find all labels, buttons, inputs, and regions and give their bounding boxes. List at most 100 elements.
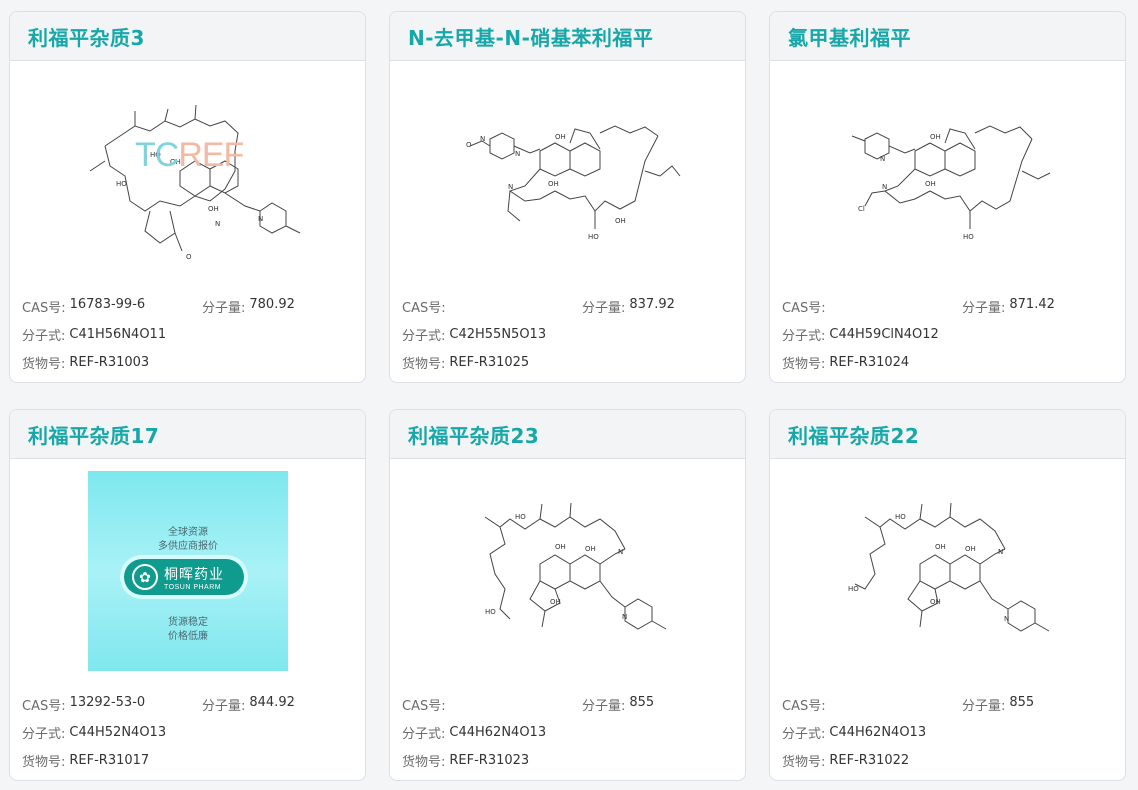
supplier-ad-image[interactable]: 全球资源 多供应商报价 ✿ 桐晖药业 TOSUN PHARM 货源稳定 价格低廉	[88, 471, 288, 671]
cas-label: CAS号:	[402, 300, 446, 316]
mw-value: 871.42	[1009, 296, 1055, 312]
product-info: CAS号: 分子量: 855 分子式: C44H62N4O13 货物号: REF-R3…	[782, 690, 1113, 774]
product-card[interactable]: 氯甲基利福平 N OH OH N Cl HO CAS号: 分子量: 871.42…	[769, 11, 1126, 383]
formula-value: C44H62N4O13	[449, 724, 547, 740]
svg-text:O: O	[186, 253, 192, 261]
cas-label: CAS号:	[782, 698, 826, 714]
ref-value: REF-R31003	[69, 354, 150, 370]
mw-value: 844.92	[249, 694, 295, 710]
ref-label: 货物号:	[782, 754, 826, 770]
svg-text:N: N	[515, 150, 520, 158]
molecule-structure-drawing: HO OH OH OH N N HO	[484, 502, 667, 630]
svg-text:N: N	[1004, 615, 1009, 623]
ref-value: REF-R31023	[449, 752, 530, 768]
structure-image[interactable]: HO HO OH OH N N O TCREF	[10, 61, 365, 281]
ref-label: 货物号:	[22, 356, 66, 372]
svg-text:HO: HO	[588, 233, 599, 241]
formula-label: 分子式:	[22, 726, 66, 742]
product-card[interactable]: N-去甲基-N-硝基苯利福平 ONN OH OH N HO OH CAS号: 分…	[389, 11, 746, 383]
structure-image[interactable]: N OH OH N Cl HO	[770, 61, 1125, 281]
svg-text:O: O	[466, 141, 472, 149]
ref-label: 货物号:	[402, 754, 446, 770]
cas-label: CAS号:	[402, 698, 446, 714]
product-title[interactable]: 氯甲基利福平	[788, 22, 911, 51]
product-title[interactable]: 利福平杂质17	[28, 420, 159, 449]
formula-value: C41H56N4O11	[69, 326, 167, 342]
brand-pill: ✿ 桐晖药业 TOSUN PHARM	[124, 559, 244, 595]
card-header: 利福平杂质3	[10, 12, 365, 61]
product-title[interactable]: N-去甲基-N-硝基苯利福平	[408, 22, 653, 51]
product-info: CAS号: 分子量: 855 分子式: C44H62N4O13 货物号: REF-R3…	[402, 690, 733, 774]
mw-value: 855	[629, 694, 655, 710]
mw-label: 分子量:	[962, 698, 1006, 714]
product-card[interactable]: 利福平杂质23 HO OH OH OH N N HO CAS号: 分子量: 85…	[389, 409, 746, 781]
product-card[interactable]: 利福平杂质17 全球资源 多供应商报价 ✿ 桐晖药业 TOSUN PHARM 货…	[9, 409, 366, 781]
product-title[interactable]: 利福平杂质23	[408, 420, 539, 449]
mw-value: 855	[1009, 694, 1035, 710]
formula-value: C44H52N4O13	[69, 724, 167, 740]
molecule-structure-drawing: ONN OHOHN HOOH	[466, 125, 681, 241]
formula-label: 分子式:	[402, 726, 446, 742]
svg-text:HO: HO	[515, 513, 526, 521]
svg-text:OH: OH	[930, 598, 941, 606]
cas-value: 13292-53-0	[69, 694, 146, 710]
cas-label: CAS号:	[22, 698, 66, 714]
product-info: CAS号: 分子量: 871.42 分子式: C44H59ClN4O12 货物号: R…	[782, 292, 1113, 376]
molecule-structure-drawing: HO OH OH OH N N HO	[848, 502, 1050, 632]
structure-image[interactable]: HO OH OH OH N N HO	[390, 459, 745, 679]
svg-text:N: N	[258, 215, 263, 223]
svg-text:N: N	[508, 183, 513, 191]
formula-value: C44H62N4O13	[829, 724, 927, 740]
svg-text:HO: HO	[963, 233, 974, 241]
svg-text:OH: OH	[555, 543, 566, 551]
card-header: 利福平杂质17	[10, 410, 365, 459]
mw-value: 780.92	[249, 296, 295, 312]
mw-label: 分子量:	[962, 300, 1006, 316]
svg-text:OH: OH	[935, 543, 946, 551]
svg-text:OH: OH	[585, 545, 596, 553]
mw-label: 分子量:	[202, 300, 246, 316]
mw-label: 分子量:	[202, 698, 246, 714]
product-info: CAS号: 13292-53-0 分子量: 844.92 分子式: C44H52N4O…	[22, 690, 353, 774]
svg-text:N: N	[998, 548, 1003, 556]
ref-value: REF-R31022	[829, 752, 910, 768]
svg-text:N: N	[618, 548, 623, 556]
cas-value: 16783-99-6	[69, 296, 146, 312]
product-info: CAS号: 分子量: 837.92 分子式: C42H55N5O13 货物号: REF…	[402, 292, 733, 376]
structure-image[interactable]: HO OH OH OH N N HO	[770, 459, 1125, 679]
ref-label: 货物号:	[402, 356, 446, 372]
svg-text:OH: OH	[965, 545, 976, 553]
svg-text:OH: OH	[930, 133, 941, 141]
product-title[interactable]: 利福平杂质22	[788, 420, 919, 449]
svg-text:N: N	[880, 155, 885, 163]
product-card[interactable]: 利福平杂质22 HO OH OH OH N N HO CAS号: 分子量: 85…	[769, 409, 1126, 781]
ref-label: 货物号:	[22, 754, 66, 770]
card-header: N-去甲基-N-硝基苯利福平	[390, 12, 745, 61]
svg-text:HO: HO	[116, 180, 127, 188]
ref-value: REF-R31025	[449, 354, 530, 370]
mw-value: 837.92	[629, 296, 675, 312]
mw-label: 分子量:	[582, 300, 626, 316]
ref-value: REF-R31017	[69, 752, 150, 768]
formula-label: 分子式:	[402, 328, 446, 344]
svg-text:N: N	[480, 135, 485, 143]
cas-label: CAS号:	[22, 300, 66, 316]
ref-value: REF-R31024	[829, 354, 910, 370]
svg-text:HO: HO	[485, 608, 496, 616]
formula-label: 分子式:	[782, 328, 826, 344]
svg-text:HO: HO	[895, 513, 906, 521]
svg-text:N: N	[882, 183, 887, 191]
structure-image[interactable]: ONN OH OH N HO OH	[390, 61, 745, 281]
mw-label: 分子量:	[582, 698, 626, 714]
card-header: 利福平杂质23	[390, 410, 745, 459]
molecule-structure-drawing: N OH OH N Cl HO	[851, 125, 1051, 241]
svg-text:Cl: Cl	[858, 205, 865, 213]
structure-image[interactable]: 全球资源 多供应商报价 ✿ 桐晖药业 TOSUN PHARM 货源稳定 价格低廉	[10, 459, 365, 679]
svg-text:N: N	[622, 613, 627, 621]
card-header: 利福平杂质22	[770, 410, 1125, 459]
formula-label: 分子式:	[782, 726, 826, 742]
product-card[interactable]: 利福平杂质3 HO HO OH OH N N O TCREF CAS号: 167…	[9, 11, 366, 383]
product-title[interactable]: 利福平杂质3	[28, 22, 145, 51]
svg-text:OH: OH	[615, 217, 626, 225]
svg-text:OH: OH	[555, 133, 566, 141]
